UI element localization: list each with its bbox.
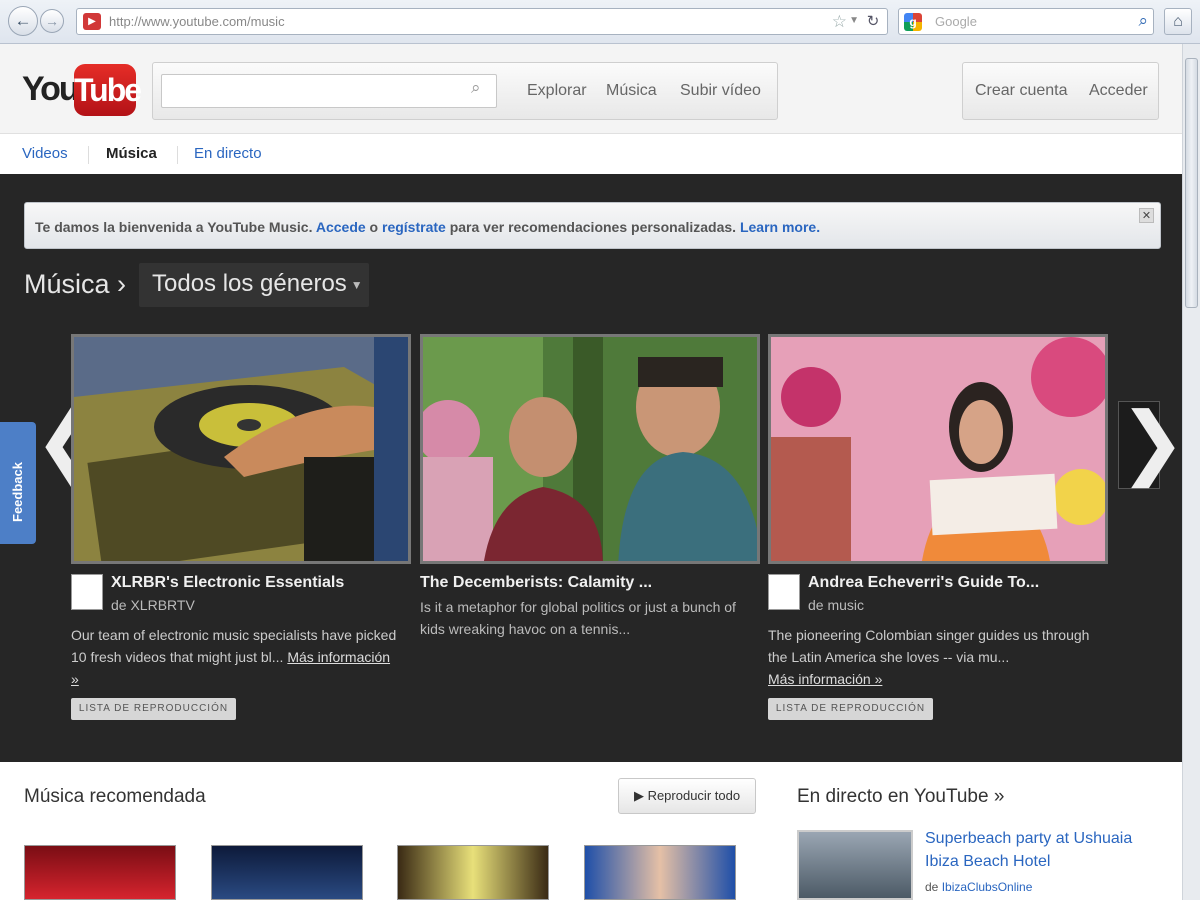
music-subnav: Videos Música En directo bbox=[0, 134, 1182, 174]
close-icon[interactable]: ✕ bbox=[1139, 208, 1154, 223]
welcome-notice: Te damos la bienvenida a YouTube Music. … bbox=[24, 202, 1161, 249]
search-icon[interactable]: ⌕ bbox=[471, 78, 481, 98]
search-input[interactable] bbox=[161, 74, 497, 108]
woman-with-sign-image bbox=[771, 337, 1105, 561]
caret-down-icon: ▼ bbox=[350, 277, 363, 292]
card-description: The pioneering Colombian singer guides u… bbox=[768, 624, 1098, 690]
feedback-label: Feedback bbox=[10, 462, 25, 522]
back-arrow-icon[interactable]: ← bbox=[8, 6, 38, 36]
feedback-tab[interactable]: Feedback bbox=[0, 422, 36, 544]
subnav-divider bbox=[88, 146, 89, 164]
browser-search-placeholder: Google bbox=[935, 14, 977, 29]
explore-link[interactable]: Explorar bbox=[527, 82, 587, 100]
genre-dropdown[interactable]: Todos los géneros ▼ bbox=[139, 263, 369, 307]
browser-toolbar: ← → ▶ http://www.youtube.com/music ☆ ▼ ↻… bbox=[0, 0, 1200, 44]
notice-text-end: para ver recomendaciones personalizadas. bbox=[445, 219, 740, 235]
bookmark-star-icon[interactable]: ☆ bbox=[832, 12, 847, 32]
tab-videos[interactable]: Videos bbox=[22, 145, 68, 162]
recommended-video-thumbnail[interactable] bbox=[211, 845, 363, 900]
search-group: ⌕ Explorar Música Subir vídeo bbox=[152, 62, 778, 120]
card-description: Is it a metaphor for global politics or … bbox=[420, 599, 736, 637]
card-description-text: The pioneering Colombian singer guides u… bbox=[768, 627, 1090, 665]
notice-text-start: Te damos la bienvenida a YouTube Music. bbox=[35, 219, 316, 235]
playlist-badge[interactable]: LISTA DE REPRODUCCIÓN bbox=[768, 698, 933, 720]
recommended-video-thumbnail[interactable] bbox=[24, 845, 176, 900]
channel-avatar[interactable] bbox=[768, 574, 800, 610]
url-dropdown-icon[interactable]: ▼ bbox=[849, 15, 859, 26]
notice-text-or: o bbox=[365, 219, 382, 235]
card-title[interactable]: XLRBR's Electronic Essentials bbox=[111, 574, 344, 592]
register-notice-link[interactable]: regístrate bbox=[382, 219, 446, 235]
music-link[interactable]: Música bbox=[606, 82, 657, 100]
play-icon: ▶ bbox=[633, 788, 644, 803]
recommended-video-thumbnail[interactable] bbox=[397, 845, 549, 900]
more-info-link[interactable]: Más información » bbox=[768, 671, 882, 687]
upload-link[interactable]: Subir vídeo bbox=[680, 82, 761, 100]
sign-in-notice-link[interactable]: Accede bbox=[316, 219, 366, 235]
section-title[interactable]: Música › bbox=[24, 269, 126, 300]
turntable-image bbox=[74, 337, 408, 561]
card-author[interactable]: de XLRBRTV bbox=[111, 597, 195, 613]
play-all-button[interactable]: ▶ Reproducir todo bbox=[618, 778, 756, 814]
sign-in-link[interactable]: Acceder bbox=[1089, 82, 1148, 100]
channel-avatar[interactable] bbox=[71, 574, 103, 610]
tab-live[interactable]: En directo bbox=[194, 145, 262, 162]
live-video-author: de IbizaClubsOnline bbox=[925, 880, 1032, 894]
two-men-image bbox=[423, 337, 757, 561]
browser-search-box[interactable]: g Google ⌕ bbox=[898, 8, 1154, 35]
playlist-badge[interactable]: LISTA DE REPRODUCCIÓN bbox=[71, 698, 236, 720]
learn-more-link[interactable]: Learn more. bbox=[740, 219, 820, 235]
card-title[interactable]: The Decemberists: Calamity ... bbox=[420, 574, 652, 592]
video-thumbnail[interactable] bbox=[71, 334, 411, 564]
scrollbar-thumb[interactable] bbox=[1185, 58, 1198, 308]
video-thumbnail[interactable] bbox=[420, 334, 760, 564]
logo-you-text: You bbox=[22, 70, 80, 108]
reload-icon[interactable]: ↻ bbox=[863, 12, 883, 32]
create-account-link[interactable]: Crear cuenta bbox=[975, 82, 1068, 100]
live-author-link[interactable]: IbizaClubsOnline bbox=[942, 880, 1033, 894]
video-thumbnail[interactable] bbox=[768, 334, 1108, 564]
subnav-divider bbox=[177, 146, 178, 164]
recommended-music-title: Música recomendada bbox=[24, 786, 206, 807]
card-title[interactable]: Andrea Echeverri's Guide To... bbox=[808, 574, 1039, 592]
youtube-logo[interactable]: You Tube bbox=[22, 64, 142, 118]
browser-search-icon[interactable]: ⌕ bbox=[1138, 11, 1148, 31]
home-icon[interactable]: ⌂ bbox=[1164, 8, 1192, 35]
logo-tube-text: Tube bbox=[74, 64, 142, 116]
live-video-link[interactable]: Superbeach party at Ushuaia Ibiza Beach … bbox=[925, 827, 1155, 873]
card-author[interactable]: de music bbox=[808, 597, 864, 613]
tab-music[interactable]: Música bbox=[106, 145, 157, 162]
url-text: http://www.youtube.com/music bbox=[109, 14, 285, 29]
address-bar[interactable]: ▶ http://www.youtube.com/music ☆ ▼ ↻ bbox=[76, 8, 888, 35]
account-group: Crear cuenta Acceder bbox=[962, 62, 1159, 120]
live-on-youtube-title[interactable]: En directo en YouTube » bbox=[797, 786, 1004, 808]
featured-stage: Te damos la bienvenida a YouTube Music. … bbox=[0, 174, 1186, 762]
youtube-header: You Tube ⌕ Explorar Música Subir vídeo C… bbox=[0, 44, 1182, 134]
forward-arrow-icon[interactable]: → bbox=[40, 9, 64, 33]
page: ← → ▶ http://www.youtube.com/music ☆ ▼ ↻… bbox=[0, 0, 1200, 900]
youtube-favicon-icon: ▶ bbox=[83, 13, 101, 30]
play-all-label: Reproducir todo bbox=[647, 788, 741, 803]
live-author-prefix: de bbox=[925, 880, 942, 894]
card-description: Our team of electronic music specialists… bbox=[71, 624, 401, 690]
live-video-thumbnail[interactable] bbox=[797, 830, 913, 900]
carousel-next-icon[interactable]: ❯ bbox=[1118, 401, 1186, 489]
genre-dropdown-label: Todos los géneros bbox=[152, 270, 347, 297]
recommended-video-thumbnail[interactable] bbox=[584, 845, 736, 900]
google-icon[interactable]: g bbox=[904, 13, 922, 31]
